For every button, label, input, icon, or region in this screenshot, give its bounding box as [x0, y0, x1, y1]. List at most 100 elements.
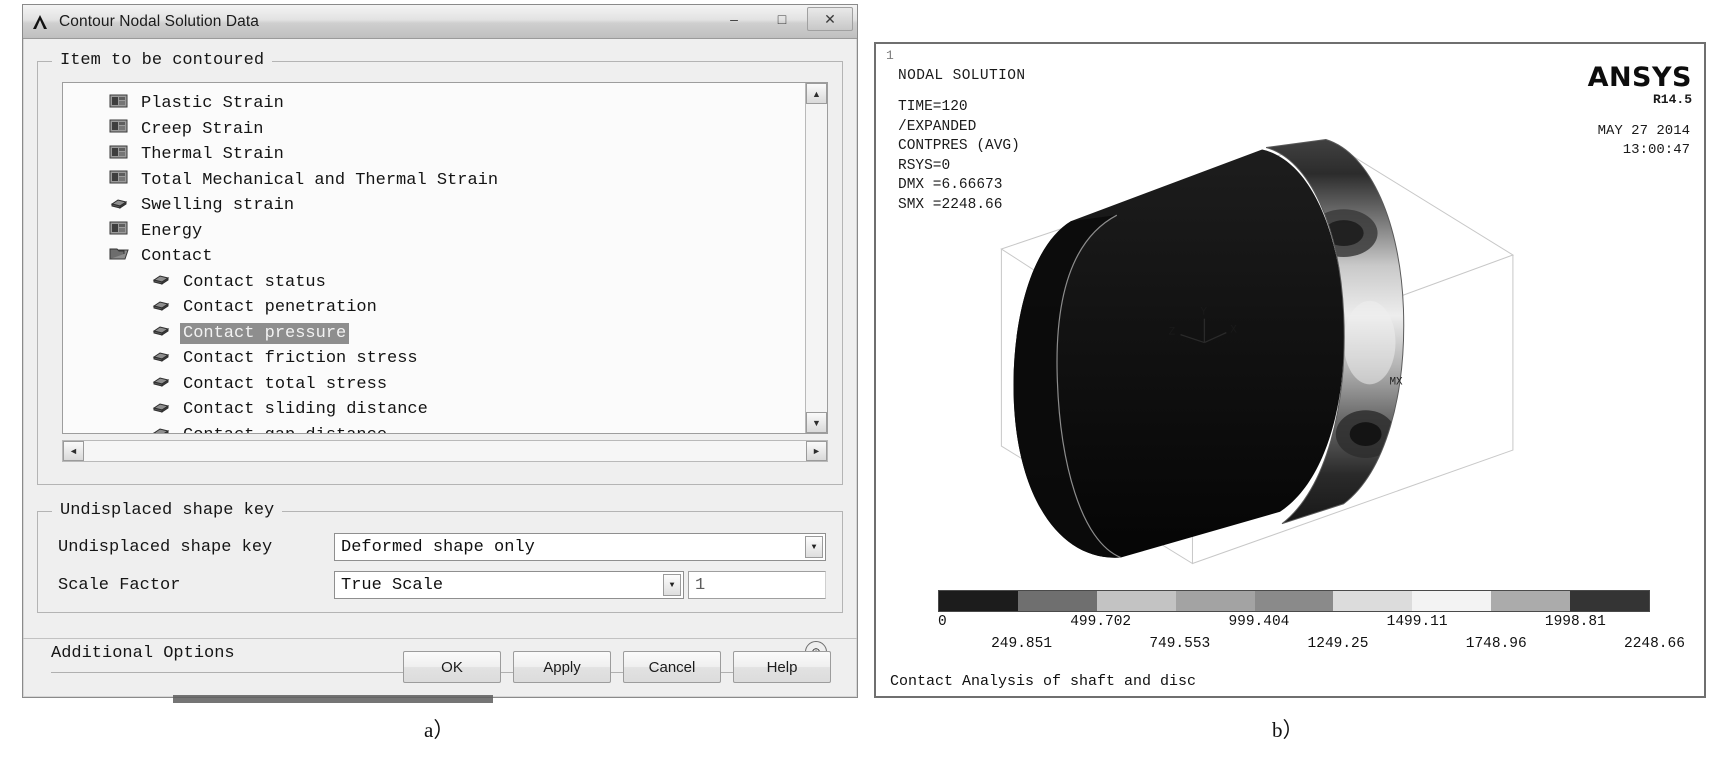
list-item-label: Contact gap distance [180, 425, 390, 433]
legend-band [1096, 591, 1176, 611]
chevron-down-icon[interactable]: ▼ [805, 536, 823, 558]
horizontal-scroll-track[interactable] [84, 441, 806, 461]
list-item[interactable]: Contact sliding distance [63, 397, 805, 423]
list-item[interactable]: Contact status [63, 270, 805, 296]
list-item-label: Energy [141, 221, 203, 241]
contour-annotation: MX [1390, 376, 1404, 388]
list-item-label: Contact penetration [183, 298, 377, 318]
legend-band [1491, 591, 1571, 611]
list-item[interactable]: Thermal Strain [63, 142, 805, 168]
folder-icon [109, 144, 129, 166]
contour-item-list-inner: Plastic Strain Creep Strain Thermal Strain… [63, 83, 805, 433]
axis-label-z: Z [1169, 327, 1176, 339]
legend-band [1254, 591, 1334, 611]
dialog-button-bar: OK Apply Cancel Help [23, 651, 857, 683]
legend-tick-label: 1998.81 [1544, 614, 1606, 630]
item-icon [151, 399, 171, 421]
scale-factor-input[interactable]: 1 [688, 571, 826, 599]
item-icon [151, 271, 171, 293]
close-button[interactable]: ✕ [807, 7, 853, 31]
list-item-label: Creep Strain [141, 119, 264, 139]
legend-tick-label: 249.851 [991, 636, 1053, 652]
ansys-graphics-window: 1 NODAL SOLUTION TIME=120/EXPANDED CONTPR… [874, 42, 1706, 698]
graphics-canvas[interactable]: 1 NODAL SOLUTION TIME=120/EXPANDED CONTPR… [876, 44, 1704, 696]
item-icon [151, 348, 171, 370]
undisplaced-shape-key-group: Undisplaced shape key Undisplaced shape … [37, 501, 843, 613]
subfigure-caption-a: a） [424, 718, 455, 742]
dialog-drop-shadow [173, 695, 493, 703]
dialog-footer-divider [23, 638, 857, 639]
list-item[interactable]: Contact pressure [63, 321, 805, 347]
legend-band [1412, 591, 1492, 611]
scale-factor-row: Scale Factor True Scale ▼ 1 [58, 568, 826, 602]
window-controls: – □ ✕ [709, 7, 853, 31]
list-item-label: Swelling strain [141, 196, 295, 216]
list-item[interactable]: Contact penetration [63, 295, 805, 321]
list-item[interactable]: Plastic Strain [63, 91, 805, 117]
folder-icon [109, 169, 129, 191]
list-item[interactable]: Contact [63, 244, 805, 270]
legend-tick-label: 749.553 [1149, 636, 1211, 652]
axis-label-y: Y [1200, 307, 1207, 319]
list-item[interactable]: Energy [63, 219, 805, 245]
list-item-label: Contact sliding distance [183, 400, 428, 420]
item-icon [151, 424, 171, 433]
legend-band [1570, 591, 1650, 611]
list-item[interactable]: Total Mechanical and Thermal Strain [63, 168, 805, 194]
contour-legend-bar [938, 590, 1650, 612]
open-folder-icon [109, 246, 129, 268]
folder-icon [109, 93, 129, 115]
list-item-label: Thermal Strain [141, 145, 284, 165]
legend-tick-label: 0 [938, 614, 947, 630]
legend-tick-label: 999.404 [1228, 614, 1290, 630]
undisplaced-shape-key-label: Undisplaced shape key [58, 537, 273, 557]
list-item-label: Plastic Strain [141, 94, 284, 114]
legend-tick-label: 2248.66 [1624, 636, 1685, 652]
scale-factor-select[interactable]: True Scale ▼ [334, 571, 684, 599]
scroll-right-icon[interactable]: ► [806, 441, 827, 461]
list-item[interactable]: Swelling strain [63, 193, 805, 219]
subfigure-caption-b: b） [1272, 718, 1304, 742]
dialog-titlebar[interactable]: Contour Nodal Solution Data – □ ✕ [23, 5, 857, 39]
item-icon [151, 297, 171, 319]
maximize-button[interactable]: □ [759, 7, 805, 31]
undisplaced-shape-key-select[interactable]: Deformed shape only ▼ [334, 533, 826, 561]
minimize-button[interactable]: – [711, 7, 757, 31]
legend-tick-label: 499.702 [1070, 614, 1132, 630]
folder-icon [109, 118, 129, 140]
list-item[interactable]: Contact gap distance [63, 423, 805, 433]
list-horizontal-scrollbar[interactable]: ◄ ► [62, 440, 828, 462]
scale-factor-value: True Scale [341, 575, 444, 595]
item-icon [151, 322, 171, 344]
graphics-caption: Contact Analysis of shaft and disc [890, 673, 1197, 690]
vertical-scroll-track[interactable] [806, 104, 827, 412]
item-to-be-contoured-group: Item to be contoured Plastic Strain Creep… [37, 51, 843, 485]
chevron-down-icon-2[interactable]: ▼ [663, 574, 681, 596]
ansys-a-icon [29, 11, 51, 33]
help-button[interactable]: Help [733, 651, 831, 683]
figure-page: Contour Nodal Solution Data – □ ✕ Item t… [0, 0, 1728, 762]
list-item[interactable]: Creep Strain [63, 117, 805, 143]
scale-factor-label: Scale Factor [58, 575, 181, 595]
scroll-up-icon[interactable]: ▲ [806, 83, 827, 104]
contour-nodal-solution-dialog: Contour Nodal Solution Data – □ ✕ Item t… [22, 4, 858, 703]
dialog-title: Contour Nodal Solution Data [59, 12, 260, 30]
ok-button[interactable]: OK [403, 651, 501, 683]
undisplaced-shape-key-row: Undisplaced shape key Deformed shape onl… [58, 530, 826, 564]
apply-button[interactable]: Apply [513, 651, 611, 683]
legend-band [1333, 591, 1413, 611]
folder-icon [109, 220, 129, 242]
list-vertical-scrollbar[interactable]: ▲ ▼ [805, 83, 827, 433]
scroll-down-icon[interactable]: ▼ [806, 412, 827, 433]
legend-band [939, 591, 1018, 611]
list-item-label: Contact [141, 247, 213, 267]
legend-tick-label: 1499.11 [1386, 614, 1448, 630]
list-item[interactable]: Contact total stress [63, 372, 805, 398]
contour-legend-labels: 0 249.851 499.702 749.553 999.404 1249.25 1499… [928, 612, 1685, 658]
contour-item-list[interactable]: Plastic Strain Creep Strain Thermal Strain… [62, 82, 828, 434]
group-legend-undisplaced-shape-key: Undisplaced shape key [52, 501, 283, 520]
list-item[interactable]: Contact friction stress [63, 346, 805, 372]
scroll-left-icon[interactable]: ◄ [63, 441, 84, 461]
cancel-button[interactable]: Cancel [623, 651, 721, 683]
group-legend-item-contoured: Item to be contoured [52, 51, 273, 70]
